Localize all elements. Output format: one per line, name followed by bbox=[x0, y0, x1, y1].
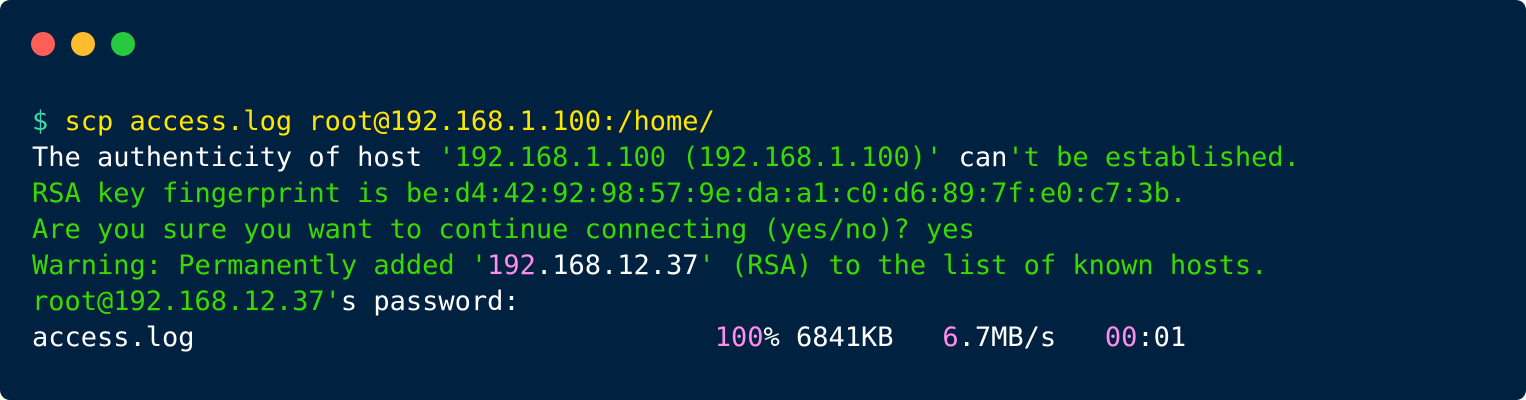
terminal-line: Are you sure you want to continue connec… bbox=[32, 212, 1506, 248]
terminal-output[interactable]: $ scp access.log root@192.168.1.100:/hom… bbox=[32, 104, 1506, 356]
terminal-line: RSA key fingerprint is be:d4:42:92:98:57… bbox=[32, 176, 1506, 212]
terminal-line: The authenticity of host '192.168.1.100 … bbox=[32, 140, 1506, 176]
terminal-text-segment: scp access.log root@192.168.1.100:/home/ bbox=[64, 106, 715, 137]
terminal-text-segment: .168.12.37 bbox=[535, 250, 699, 281]
terminal-text-segment: .7MB/s bbox=[958, 322, 1105, 353]
terminal-text-segment: $ bbox=[32, 106, 65, 137]
terminal-text-segment: root@192.168.12.37' bbox=[32, 286, 341, 317]
terminal-line: Warning: Permanently added '192.168.12.3… bbox=[32, 248, 1506, 284]
terminal-text-segment: can bbox=[942, 142, 1008, 173]
terminal-text-segment: access.log bbox=[32, 322, 715, 353]
terminal-text-segment: s password: bbox=[340, 286, 520, 317]
terminal-text-segment: % 6841KB bbox=[763, 322, 943, 353]
terminal-text-segment: 6 bbox=[942, 322, 959, 353]
terminal-text-segment: 192 bbox=[487, 250, 536, 281]
minimize-button[interactable] bbox=[71, 32, 95, 56]
terminal-text-segment: The authenticity of host bbox=[32, 142, 439, 173]
terminal-line: $ scp access.log root@192.168.1.100:/hom… bbox=[32, 104, 1506, 140]
terminal-line: access.log 100% 6841KB 6.7MB/s 00:01 bbox=[32, 320, 1506, 356]
terminal-line: root@192.168.12.37's password: bbox=[32, 284, 1506, 320]
terminal-text-segment: '192.168.1.100 (192.168.1.100)' bbox=[438, 142, 943, 173]
terminal-text-segment: 100 bbox=[714, 322, 764, 353]
terminal-text-segment: 't be established. bbox=[1007, 142, 1300, 173]
terminal-text-segment: RSA key fingerprint is be:d4:42:92:98:57… bbox=[32, 178, 1187, 209]
terminal-text-segment: ' (RSA) to the list of known hosts. bbox=[698, 250, 1268, 281]
terminal-text-segment: :01 bbox=[1137, 322, 1187, 353]
close-button[interactable] bbox=[31, 32, 55, 56]
terminal-text-segment: 00 bbox=[1104, 322, 1138, 353]
terminal-window: $ scp access.log root@192.168.1.100:/hom… bbox=[0, 0, 1526, 400]
terminal-text-segment: Warning: Permanently added ' bbox=[32, 250, 488, 281]
terminal-text-segment: Are you sure you want to continue connec… bbox=[32, 214, 975, 245]
zoom-button[interactable] bbox=[111, 32, 135, 56]
